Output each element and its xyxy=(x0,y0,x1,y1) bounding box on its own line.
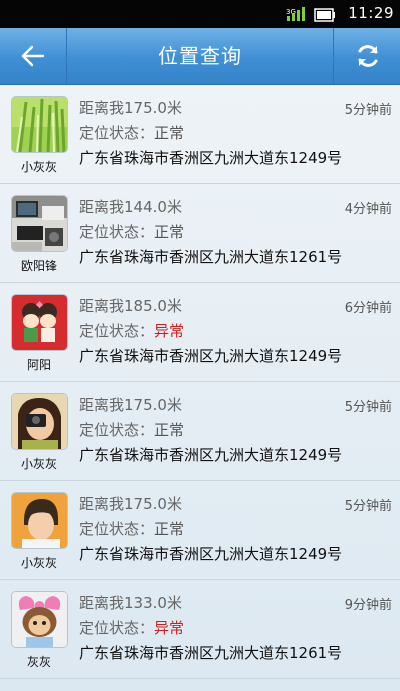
location-state: 定位状态：正常 xyxy=(79,221,184,242)
update-time: 9分钟前 xyxy=(344,598,392,613)
state-label: 定位状态： xyxy=(79,322,155,340)
state-value: 正常 xyxy=(154,223,185,241)
distance-text: 距离我175.0米 xyxy=(79,99,182,117)
refresh-icon xyxy=(358,45,378,67)
list-item[interactable]: 小灰灰 距离我175.0米 5分钟前 定位状态：正常 广东省珠海市香洲区九洲大道… xyxy=(0,85,400,184)
state-label: 定位状态： xyxy=(79,124,155,142)
state-value: 正常 xyxy=(154,520,185,538)
address-text: 广东省珠海市香洲区九洲大道东1261号 xyxy=(79,644,343,662)
back-button[interactable] xyxy=(0,28,67,84)
contact-name: 灰灰 xyxy=(26,655,51,669)
list-item[interactable]: 灰灰 距离我133.0米 9分钟前 定位状态：异常 广东省珠海市香洲区九洲大道东… xyxy=(0,580,400,679)
state-label: 定位状态： xyxy=(79,619,155,637)
location-state: 定位状态：正常 xyxy=(79,518,184,539)
page-title: 位置查询 xyxy=(158,44,242,68)
list-item[interactable]: 小灰灰 距离我175.0米 5分钟前 定位状态：正常 广东省珠海市香洲区九洲大道… xyxy=(0,481,400,580)
title-bar: 位置查询 xyxy=(0,28,400,85)
status-time: 11:29 xyxy=(348,4,394,22)
update-time: 4分钟前 xyxy=(344,202,392,217)
state-value: 正常 xyxy=(154,421,185,439)
status-bar: 3G 11:29 xyxy=(0,0,400,28)
refresh-button[interactable] xyxy=(333,28,400,84)
distance-text: 距离我133.0米 xyxy=(79,594,182,612)
state-label: 定位状态： xyxy=(79,223,155,241)
avatar xyxy=(12,394,67,449)
state-label: 定位状态： xyxy=(79,520,155,538)
arrow-left-icon xyxy=(21,45,45,67)
address-text: 广东省珠海市香洲区九洲大道东1261号 xyxy=(79,248,343,266)
address-text: 广东省珠海市香洲区九洲大道东1249号 xyxy=(79,545,343,563)
avatar xyxy=(12,97,67,152)
state-value: 异常 xyxy=(154,619,185,637)
list-item[interactable]: 阿阳 距离我185.0米 6分钟前 定位状态：异常 广东省珠海市香洲区九洲大道东… xyxy=(0,283,400,382)
contact-name: 阿阳 xyxy=(26,358,51,372)
avatar xyxy=(12,493,67,548)
distance-text: 距离我175.0米 xyxy=(79,396,182,414)
address-text: 广东省珠海市香洲区九洲大道东1249号 xyxy=(79,446,343,464)
avatar xyxy=(12,196,67,251)
contact-name: 小灰灰 xyxy=(20,556,57,570)
update-time: 6分钟前 xyxy=(344,301,392,316)
location-state: 定位状态：异常 xyxy=(79,617,184,638)
location-list[interactable]: 小灰灰 距离我175.0米 5分钟前 定位状态：正常 广东省珠海市香洲区九洲大道… xyxy=(0,85,400,691)
update-time: 5分钟前 xyxy=(344,103,392,118)
state-label: 定位状态： xyxy=(79,421,155,439)
distance-text: 距离我175.0米 xyxy=(79,495,182,513)
signal-icon: 3G xyxy=(286,6,308,22)
location-state: 定位状态：正常 xyxy=(79,419,184,440)
state-value: 正常 xyxy=(154,124,185,142)
contact-name: 小灰灰 xyxy=(20,457,57,471)
update-time: 5分钟前 xyxy=(344,400,392,415)
list-item[interactable]: 小灰灰 距离我175.0米 5分钟前 定位状态：正常 广东省珠海市香洲区九洲大道… xyxy=(0,382,400,481)
distance-text: 距离我144.0米 xyxy=(79,198,182,216)
contact-name: 欧阳锋 xyxy=(20,259,57,273)
avatar xyxy=(12,295,67,350)
list-item[interactable]: 欧阳锋 距离我144.0米 4分钟前 定位状态：正常 广东省珠海市香洲区九洲大道… xyxy=(0,184,400,283)
address-text: 广东省珠海市香洲区九洲大道东1249号 xyxy=(79,149,343,167)
address-text: 广东省珠海市香洲区九洲大道东1249号 xyxy=(79,347,343,365)
contact-name: 小灰灰 xyxy=(20,160,57,174)
distance-text: 距离我185.0米 xyxy=(79,297,182,315)
update-time: 5分钟前 xyxy=(344,499,392,514)
state-value: 异常 xyxy=(154,322,185,340)
battery-icon xyxy=(314,7,336,22)
location-state: 定位状态：正常 xyxy=(79,122,184,143)
location-state: 定位状态：异常 xyxy=(79,320,184,341)
avatar xyxy=(12,592,67,647)
